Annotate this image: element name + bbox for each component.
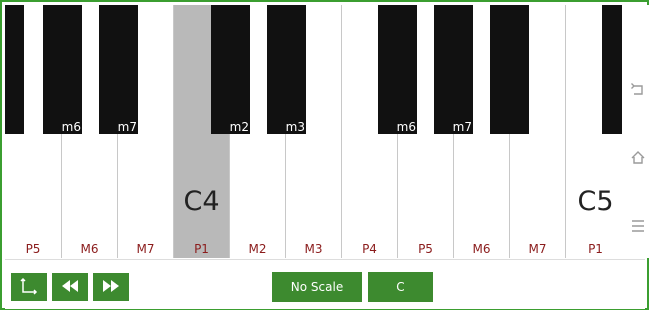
scale-select-button[interactable]: No Scale xyxy=(272,272,362,302)
axis-toggle-button[interactable] xyxy=(11,273,47,301)
interval-label: M7 xyxy=(136,242,155,256)
black-key-gsharp3[interactable]: m6 xyxy=(43,5,82,134)
rewind-icon xyxy=(62,279,78,295)
interval-label: M3 xyxy=(304,242,323,256)
home-icon[interactable] xyxy=(630,150,646,166)
interval-label: P1 xyxy=(588,242,603,256)
fast-forward-icon xyxy=(103,279,119,295)
interval-label: M6 xyxy=(472,242,491,256)
interval-label: P1 xyxy=(194,242,209,256)
menu-icon[interactable] xyxy=(630,218,646,234)
black-key-asharp3[interactable]: m7 xyxy=(99,5,138,134)
interval-label: m6 xyxy=(396,120,416,134)
interval-label: P4 xyxy=(362,242,377,256)
interval-label: m7 xyxy=(117,120,137,134)
interval-label: M2 xyxy=(248,242,267,256)
note-label: C4 xyxy=(183,186,220,217)
key-select-button[interactable]: C xyxy=(368,272,433,302)
black-key-fsharp3[interactable] xyxy=(5,5,24,134)
black-key-asharp4[interactable] xyxy=(490,5,529,134)
rewind-button[interactable] xyxy=(52,273,88,301)
axis-toggle-icon xyxy=(20,277,38,298)
fast-forward-button[interactable] xyxy=(93,273,129,301)
interval-label: m2 xyxy=(229,120,249,134)
navigation-sidebar xyxy=(626,5,649,258)
app-frame: P5 M6 M7 C4 P1 M2 M3 P4 P5 M6 M7 C5 P1 m… xyxy=(0,0,649,310)
interval-label: m6 xyxy=(61,120,81,134)
interval-label: M6 xyxy=(80,242,99,256)
interval-label: P5 xyxy=(25,242,41,256)
black-key-dsharp4[interactable]: m3 xyxy=(267,5,306,134)
interval-label: P5 xyxy=(418,242,433,256)
back-icon[interactable] xyxy=(630,83,646,99)
black-key-csharp4[interactable]: m2 xyxy=(211,5,250,134)
black-key-csharp5[interactable] xyxy=(602,5,622,134)
control-bar: No Scale C xyxy=(5,259,645,309)
interval-label: m3 xyxy=(285,120,305,134)
interval-label: M7 xyxy=(528,242,547,256)
black-key-gsharp4[interactable]: m7 xyxy=(434,5,473,134)
interval-label: m7 xyxy=(452,120,472,134)
note-label: C5 xyxy=(577,186,614,217)
black-key-fsharp4[interactable]: m6 xyxy=(378,5,417,134)
piano-keyboard: P5 M6 M7 C4 P1 M2 M3 P4 P5 M6 M7 C5 P1 m… xyxy=(5,5,625,258)
